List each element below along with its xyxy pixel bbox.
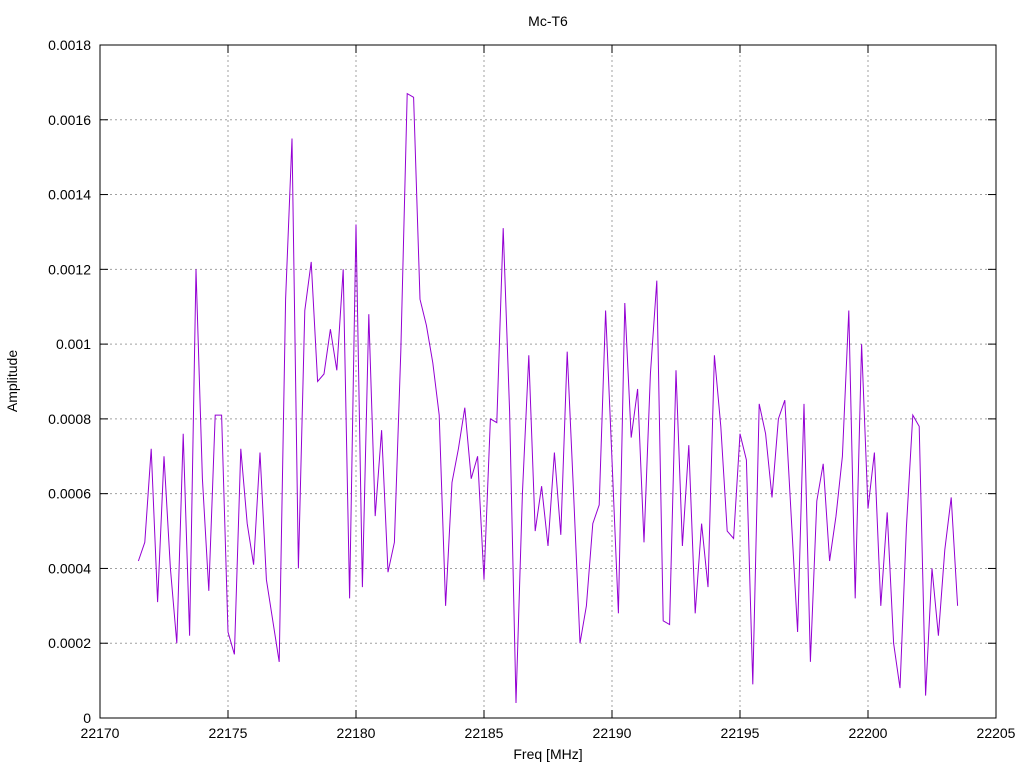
y-tick-label: 0.0014 <box>48 187 91 203</box>
y-tick-label: 0.0018 <box>48 37 91 53</box>
line-chart: 22170 22175 22180 22185 22190 22195 22200 22205… <box>4 13 1016 762</box>
x-tick-label: 22205 <box>977 725 1016 741</box>
x-tick-label: 22200 <box>849 725 888 741</box>
series-line <box>137 92 959 704</box>
y-tick-label: 0.001 <box>56 336 91 352</box>
y-axis-label: Amplitude <box>4 350 20 412</box>
x-tick-label: 22170 <box>81 725 120 741</box>
plot-frame <box>99 44 997 719</box>
grid-lines <box>100 45 996 718</box>
x-axis-label: Freq [MHz] <box>513 746 582 762</box>
x-tick-label: 22190 <box>593 725 632 741</box>
x-tick-label: 22195 <box>721 725 760 741</box>
chart-container: 22170 22175 22180 22185 22190 22195 22200 22205… <box>0 0 1024 768</box>
x-tick-label: 22175 <box>209 725 248 741</box>
y-tick-label: 0.0008 <box>48 411 91 427</box>
axis-ticks <box>99 44 997 719</box>
y-tick-label: 0.0016 <box>48 112 91 128</box>
x-tick-labels: 22170 22175 22180 22185 22190 22195 22200 22205 <box>81 725 1016 741</box>
chart-title: Mc-T6 <box>528 13 568 29</box>
y-tick-label: 0.0006 <box>48 486 91 502</box>
y-tick-label: 0.0012 <box>48 261 91 277</box>
y-tick-label: 0.0002 <box>48 635 91 651</box>
y-tick-label: 0 <box>83 710 91 726</box>
y-tick-labels: 0 0.0002 0.0004 0.0006 0.0008 0.001 0.0012 0.00… <box>48 37 91 726</box>
x-tick-label: 22185 <box>465 725 504 741</box>
x-tick-label: 22180 <box>337 725 376 741</box>
y-tick-label: 0.0004 <box>48 560 91 576</box>
series-layer <box>137 92 959 704</box>
